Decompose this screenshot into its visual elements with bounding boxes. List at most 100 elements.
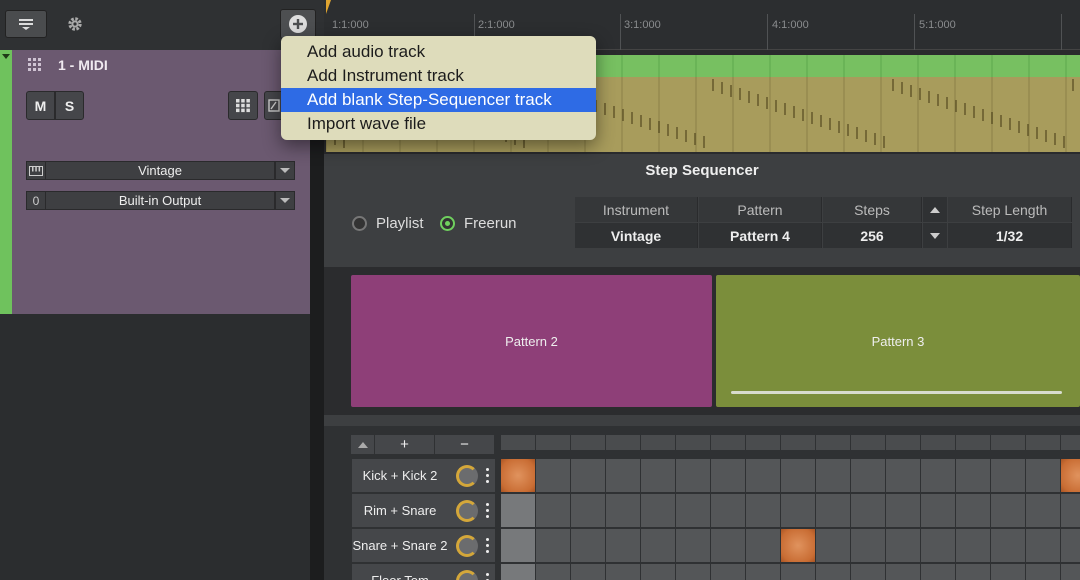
step-cell[interactable]	[501, 529, 535, 562]
instrument-lane[interactable]: Rim + Snare	[352, 494, 495, 527]
step-cell[interactable]	[921, 494, 955, 527]
step-column-header[interactable]	[921, 435, 955, 450]
step-cell[interactable]	[921, 459, 955, 492]
step-cell[interactable]	[781, 529, 815, 562]
step-column-header[interactable]	[641, 435, 675, 450]
step-column-header[interactable]	[711, 435, 745, 450]
step-cell[interactable]	[816, 529, 850, 562]
volume-knob[interactable]	[456, 499, 478, 522]
step-cell[interactable]	[536, 529, 570, 562]
step-column-header[interactable]	[676, 435, 710, 450]
step-cell[interactable]	[886, 529, 920, 562]
step-cell[interactable]	[676, 529, 710, 562]
step-cell[interactable]	[641, 529, 675, 562]
step-cell[interactable]	[956, 564, 990, 580]
step-cell[interactable]	[1061, 529, 1080, 562]
step-cell[interactable]	[886, 459, 920, 492]
step-cell[interactable]	[571, 494, 605, 527]
step-cell[interactable]	[711, 564, 745, 580]
steps-field[interactable]: 256	[823, 223, 922, 248]
step-cell[interactable]	[746, 459, 780, 492]
more-vertical-icon[interactable]	[484, 468, 490, 483]
more-vertical-icon[interactable]	[484, 538, 490, 553]
step-column-header[interactable]	[536, 435, 570, 450]
step-cell[interactable]	[851, 494, 885, 527]
step-column-header[interactable]	[571, 435, 605, 450]
step-cell[interactable]	[991, 494, 1025, 527]
volume-knob[interactable]	[456, 534, 478, 557]
step-cell[interactable]	[676, 459, 710, 492]
step-cell[interactable]	[711, 459, 745, 492]
more-vertical-icon[interactable]	[484, 503, 490, 518]
step-cell[interactable]	[606, 494, 640, 527]
step-editor-button[interactable]	[228, 91, 258, 120]
instrument-lane[interactable]: Floor Tom	[352, 564, 495, 580]
step-cell[interactable]	[711, 529, 745, 562]
step-cell[interactable]	[816, 459, 850, 492]
menu-item-add-instrument-track[interactable]: Add Instrument track	[281, 64, 596, 88]
step-column-header[interactable]	[606, 435, 640, 450]
track-name[interactable]: 1 - MIDI	[58, 57, 108, 73]
instrument-lane[interactable]: Kick + Kick 2	[352, 459, 495, 492]
step-column-header[interactable]	[501, 435, 535, 450]
collapse-arrow-icon[interactable]	[2, 54, 10, 59]
step-cell[interactable]	[781, 459, 815, 492]
step-cell[interactable]	[571, 459, 605, 492]
step-cell[interactable]	[606, 529, 640, 562]
step-cell[interactable]	[641, 459, 675, 492]
step-column-header[interactable]	[781, 435, 815, 450]
step-cell[interactable]	[851, 529, 885, 562]
step-cell[interactable]	[921, 529, 955, 562]
step-cell[interactable]	[851, 459, 885, 492]
step-cell[interactable]	[711, 494, 745, 527]
remove-lane-button[interactable]: −	[435, 435, 494, 454]
step-cell[interactable]	[536, 564, 570, 580]
step-cell[interactable]	[501, 494, 535, 527]
step-length-field[interactable]: 1/32	[948, 223, 1072, 248]
volume-knob[interactable]	[456, 464, 478, 487]
step-cell[interactable]	[1026, 529, 1060, 562]
step-cell[interactable]	[991, 529, 1025, 562]
instrument-lane[interactable]: Snare + Snare 2	[352, 529, 495, 562]
volume-knob[interactable]	[456, 569, 478, 580]
step-cell[interactable]	[991, 564, 1025, 580]
step-cell[interactable]	[746, 564, 780, 580]
more-vertical-icon[interactable]	[484, 573, 490, 580]
step-column-header[interactable]	[816, 435, 850, 450]
pattern-block[interactable]: Pattern 3	[716, 275, 1080, 407]
output-selector[interactable]: 0 Built-in Output	[26, 191, 295, 210]
chevron-down-icon[interactable]	[275, 161, 295, 180]
step-cell[interactable]	[1026, 494, 1060, 527]
solo-button[interactable]: S	[55, 91, 84, 120]
step-cell[interactable]	[886, 564, 920, 580]
instrument-field[interactable]: Vintage	[575, 223, 698, 248]
step-cell[interactable]	[641, 564, 675, 580]
step-column-header[interactable]	[956, 435, 990, 450]
step-cell[interactable]	[956, 494, 990, 527]
steps-decrement-button[interactable]	[923, 223, 947, 248]
chevron-down-icon[interactable]	[275, 191, 295, 210]
step-column-header[interactable]	[991, 435, 1025, 450]
step-column-header[interactable]	[1061, 435, 1080, 450]
step-cell[interactable]	[1026, 459, 1060, 492]
step-cell[interactable]	[746, 529, 780, 562]
add-lane-button[interactable]: +	[375, 435, 434, 454]
menu-item-add-step-sequencer-track[interactable]: Add blank Step-Sequencer track	[281, 88, 596, 112]
step-column-header[interactable]	[1026, 435, 1060, 450]
mode-radio-freerun[interactable]: Freerun	[440, 215, 517, 232]
settings-button[interactable]	[60, 10, 90, 38]
step-cell[interactable]	[536, 494, 570, 527]
mute-button[interactable]: M	[26, 91, 55, 120]
instrument-selector[interactable]: Vintage	[26, 161, 295, 180]
step-cell[interactable]	[571, 564, 605, 580]
collapse-lanes-button[interactable]	[351, 435, 374, 454]
pattern-field[interactable]: Pattern 4	[699, 223, 822, 248]
menu-item-import-wave-file[interactable]: Import wave file	[281, 112, 596, 136]
edit-button[interactable]	[264, 91, 282, 120]
step-column-header[interactable]	[886, 435, 920, 450]
step-cell[interactable]	[781, 564, 815, 580]
step-column-header[interactable]	[851, 435, 885, 450]
step-cell[interactable]	[921, 564, 955, 580]
step-cell[interactable]	[956, 529, 990, 562]
step-cell[interactable]	[781, 494, 815, 527]
